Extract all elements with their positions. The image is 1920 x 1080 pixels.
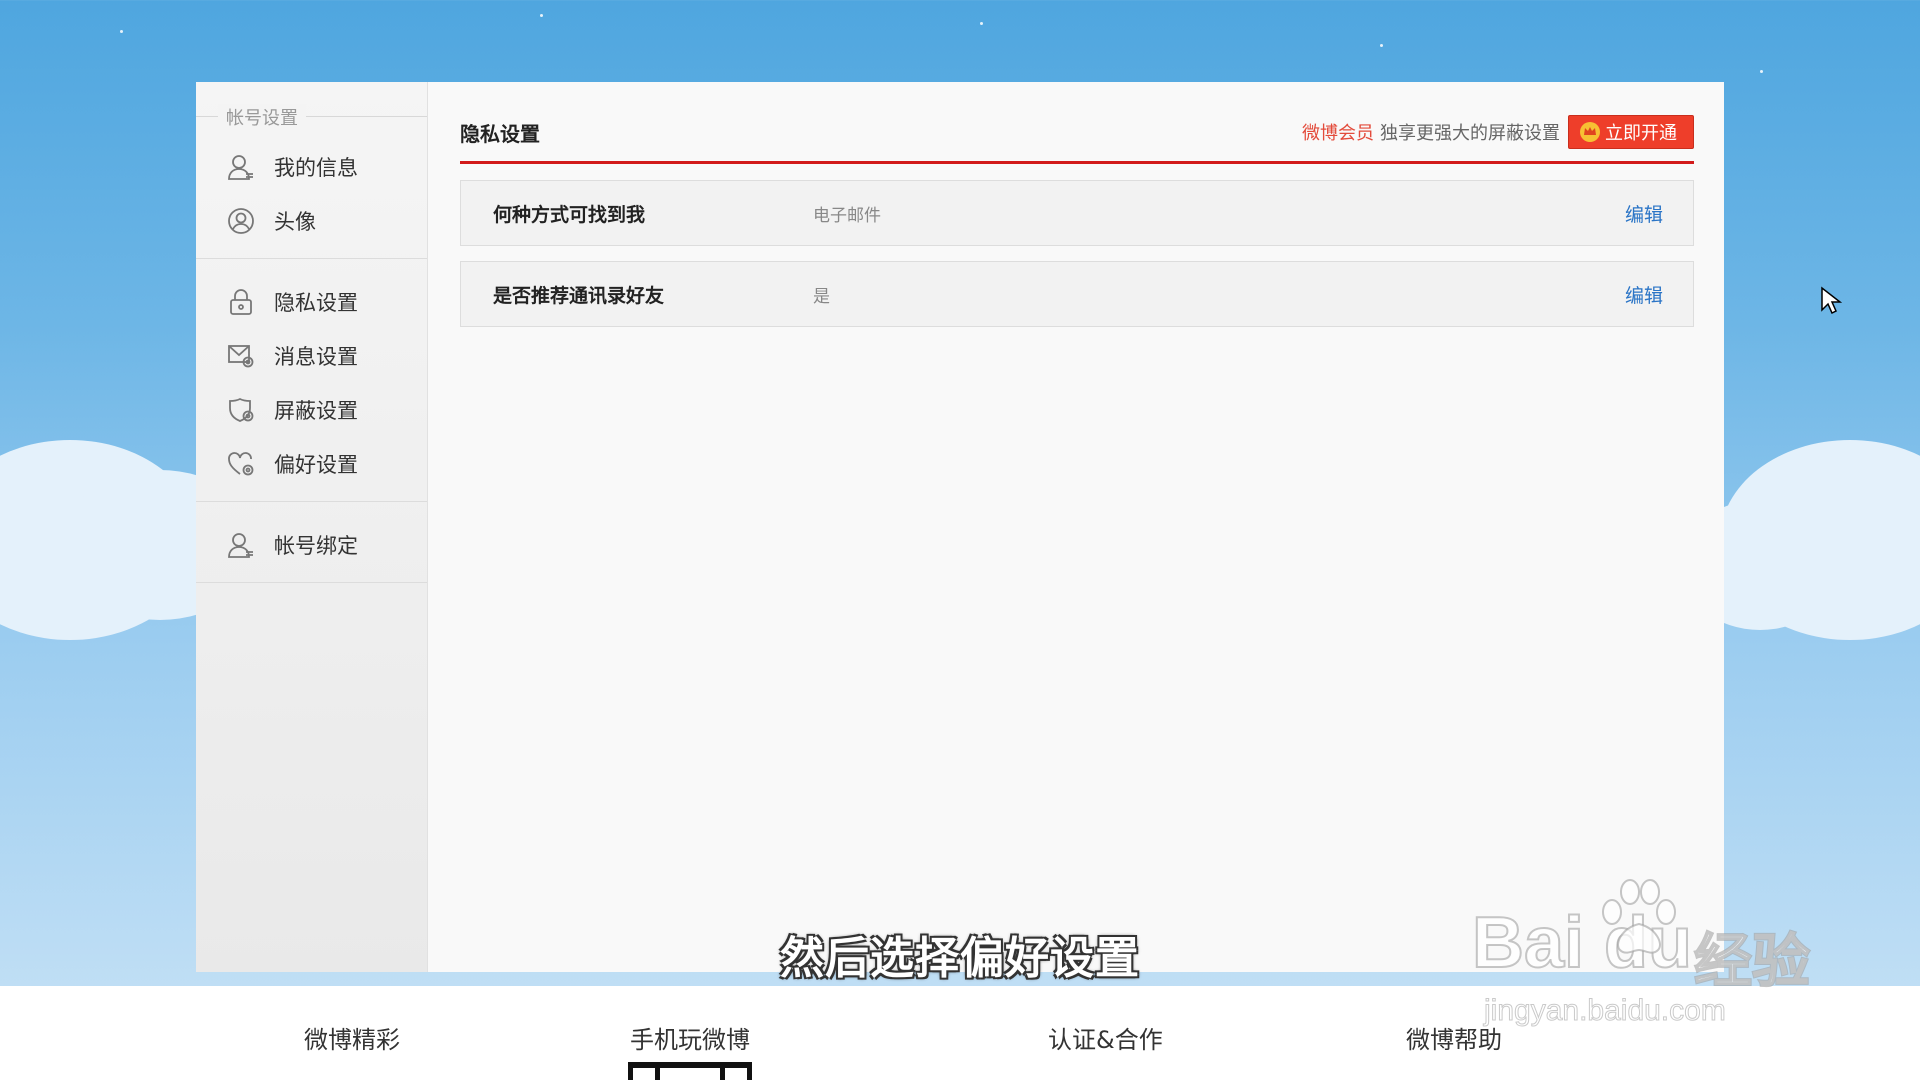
background-star	[1380, 44, 1383, 47]
vip-open-button[interactable]: 立即开通	[1568, 115, 1694, 149]
setting-label: 何种方式可找到我	[493, 203, 646, 226]
vip-promo: 微博会员 独享更强大的屏蔽设置 立即开通	[1302, 115, 1694, 149]
settings-content: 隐私设置 微博会员 独享更强大的屏蔽设置 立即开通 何种方式可找到我 电子邮件 …	[428, 82, 1724, 972]
vip-link[interactable]: 微博会员	[1302, 119, 1374, 145]
sidebar-item-block[interactable]: 屏蔽设置	[196, 383, 427, 437]
edit-link[interactable]: 编辑	[1625, 200, 1663, 227]
settings-sidebar: 帐号设置 我的信息 头像 隐私设置 消息设置 屏蔽设置 偏好设置 帐号绑定	[196, 82, 428, 972]
sidebar-item-my-info[interactable]: 我的信息	[196, 140, 427, 194]
sidebar-group-profile: 我的信息 头像	[196, 134, 427, 259]
page-title: 隐私设置	[460, 122, 540, 146]
setting-value: 电子邮件	[813, 205, 881, 226]
shield-gear-icon	[229, 397, 254, 422]
edit-link[interactable]: 编辑	[1625, 281, 1663, 308]
sidebar-group-binding: 帐号绑定	[196, 502, 427, 583]
watermark-product-text: 经验	[1693, 926, 1811, 996]
sidebar-item-label: 屏蔽设置	[274, 399, 358, 423]
sidebar-item-avatar[interactable]: 头像	[196, 194, 427, 248]
lock-icon	[230, 289, 252, 315]
background-star	[980, 22, 983, 25]
sidebar-item-account-binding[interactable]: 帐号绑定	[196, 518, 427, 572]
sidebar-item-messages[interactable]: 消息设置	[196, 329, 427, 383]
vip-description: 独享更强大的屏蔽设置	[1380, 123, 1560, 144]
heart-gear-icon	[228, 452, 254, 476]
sidebar-item-label: 头像	[274, 210, 316, 234]
crown-icon	[1580, 122, 1600, 142]
message-gear-icon	[228, 345, 254, 368]
sidebar-item-label: 帐号绑定	[274, 534, 358, 558]
sidebar-item-label: 偏好设置	[274, 453, 358, 477]
sidebar-item-label: 隐私设置	[274, 291, 358, 315]
content-header: 隐私设置 微博会员 独享更强大的屏蔽设置 立即开通	[460, 82, 1694, 164]
baidu-jingyan-watermark: Bai du 经验 jingyan.baidu.com	[1471, 872, 1852, 1028]
qr-code-icon	[628, 1062, 752, 1080]
sidebar-section-header: 帐号设置	[196, 100, 427, 134]
person-bind-icon	[228, 533, 253, 558]
footer-column-title[interactable]: 微博精彩	[304, 1020, 400, 1055]
background-star	[540, 14, 543, 17]
vip-button-label: 立即开通	[1605, 123, 1677, 144]
sidebar-section-title: 帐号设置	[218, 104, 306, 130]
privacy-row-recommend-contacts: 是否推荐通讯录好友 是 编辑	[460, 261, 1694, 327]
avatar-icon	[228, 208, 254, 234]
sidebar-item-preferences[interactable]: 偏好设置	[196, 437, 427, 491]
person-icon	[228, 155, 253, 180]
background-star	[120, 30, 123, 33]
setting-value: 是	[813, 286, 830, 307]
footer-column-title[interactable]: 认证&合作	[1048, 1020, 1163, 1055]
sidebar-item-privacy[interactable]: 隐私设置	[196, 275, 427, 329]
footer-column-title[interactable]: 手机玩微博	[630, 1020, 750, 1055]
sidebar-item-label: 我的信息	[274, 156, 358, 180]
privacy-row-find-me: 何种方式可找到我 电子邮件 编辑	[460, 180, 1694, 246]
paw-icon	[1602, 879, 1676, 954]
sidebar-item-label: 消息设置	[274, 345, 358, 369]
watermark-url: jingyan.baidu.com	[1484, 994, 1727, 1028]
setting-label: 是否推荐通讯录好友	[493, 284, 665, 307]
mouse-cursor-icon	[1821, 286, 1842, 315]
settings-panel: 帐号设置 我的信息 头像 隐私设置 消息设置 屏蔽设置 偏好设置 帐号绑定 隐私…	[196, 82, 1724, 972]
background-star	[1760, 70, 1763, 73]
sidebar-group-settings: 隐私设置 消息设置 屏蔽设置 偏好设置	[196, 259, 427, 502]
